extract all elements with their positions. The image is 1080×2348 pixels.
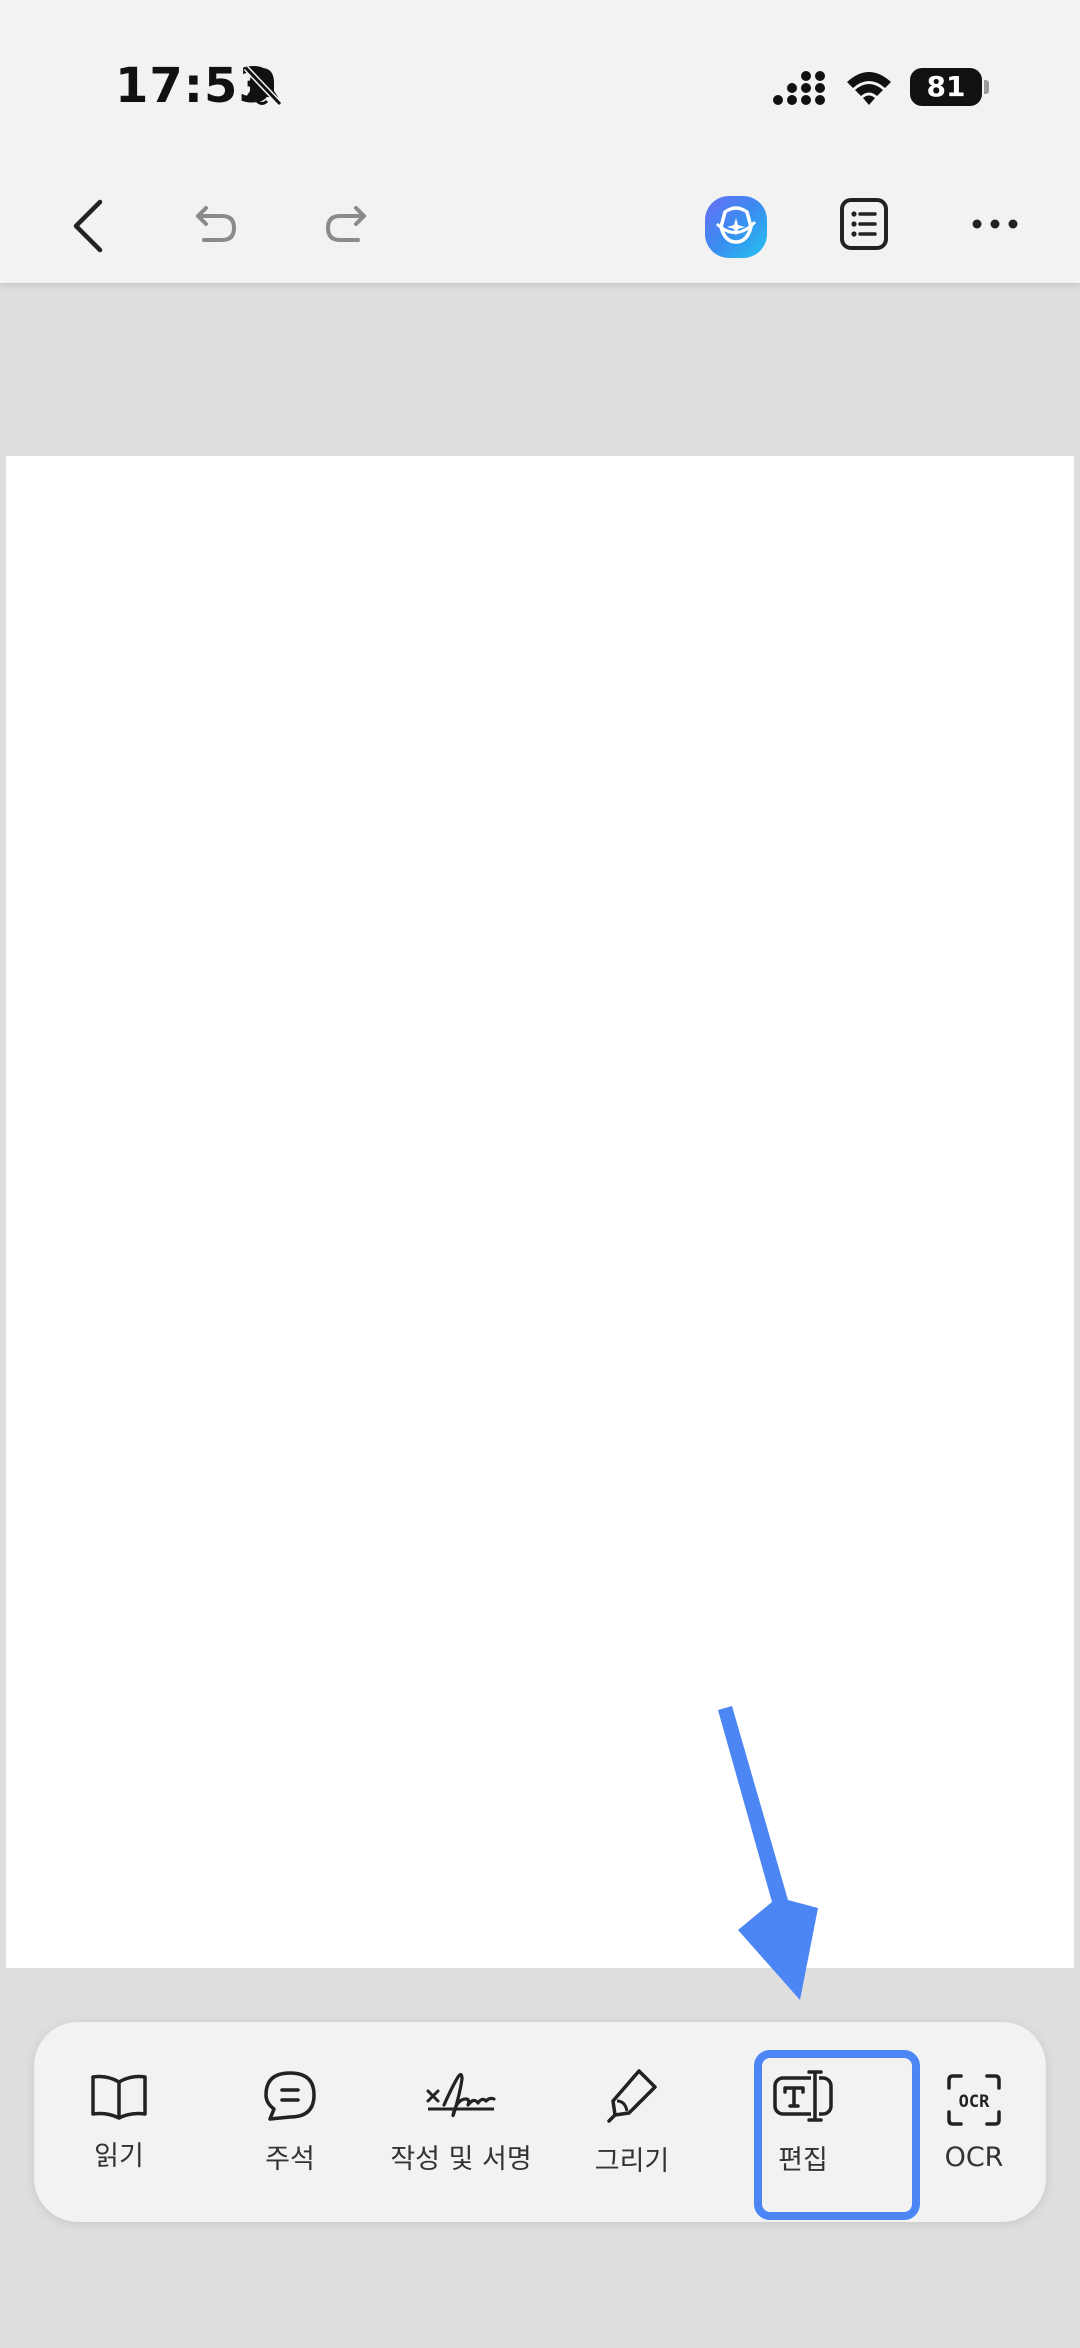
- undo-icon: [196, 206, 237, 242]
- tool-fill-sign[interactable]: 작성 및 서명: [376, 2022, 546, 2222]
- redo-icon: [325, 206, 366, 242]
- redo-button[interactable]: [318, 196, 374, 252]
- more-button[interactable]: [966, 206, 1024, 242]
- undo-button[interactable]: [188, 196, 244, 252]
- more-icon: [972, 219, 1018, 229]
- pen-icon: [607, 2068, 657, 2123]
- document-page[interactable]: [6, 456, 1074, 1968]
- comment-icon: [264, 2070, 316, 2121]
- tool-annotate[interactable]: 주석: [205, 2022, 375, 2222]
- back-icon: [73, 199, 103, 253]
- ocr-icon: OCR: [947, 2073, 1001, 2126]
- bell-muted-icon: [243, 65, 282, 107]
- outline-button[interactable]: [836, 194, 892, 254]
- tool-draw[interactable]: 그리기: [547, 2022, 717, 2222]
- tool-read[interactable]: 읽기: [34, 2022, 204, 2222]
- pointer-arrow-icon: [718, 1706, 818, 2000]
- top-bar: 17:53 81: [0, 0, 1080, 283]
- svg-text:OCR: OCR: [959, 2092, 990, 2112]
- tool-annotate-label: 주석: [265, 2143, 315, 2175]
- tool-ocr-label: OCR: [944, 2141, 1004, 2173]
- book-icon: [91, 2074, 147, 2120]
- wifi-icon: [847, 72, 891, 105]
- back-button[interactable]: [60, 194, 116, 258]
- ai-assistant-icon: [705, 196, 767, 258]
- list-icon: [840, 198, 888, 250]
- highlight-box: [754, 2050, 920, 2220]
- tool-fill-sign-label: 작성 및 서명: [390, 2143, 532, 2175]
- signal-icon: [773, 71, 825, 105]
- tool-read-label: 읽기: [94, 2140, 144, 2172]
- ai-assistant-button[interactable]: [703, 194, 769, 260]
- battery-indicator: 81: [910, 68, 982, 106]
- signature-icon: [426, 2072, 496, 2117]
- battery-tip: [984, 80, 989, 94]
- tool-draw-label: 그리기: [594, 2145, 670, 2177]
